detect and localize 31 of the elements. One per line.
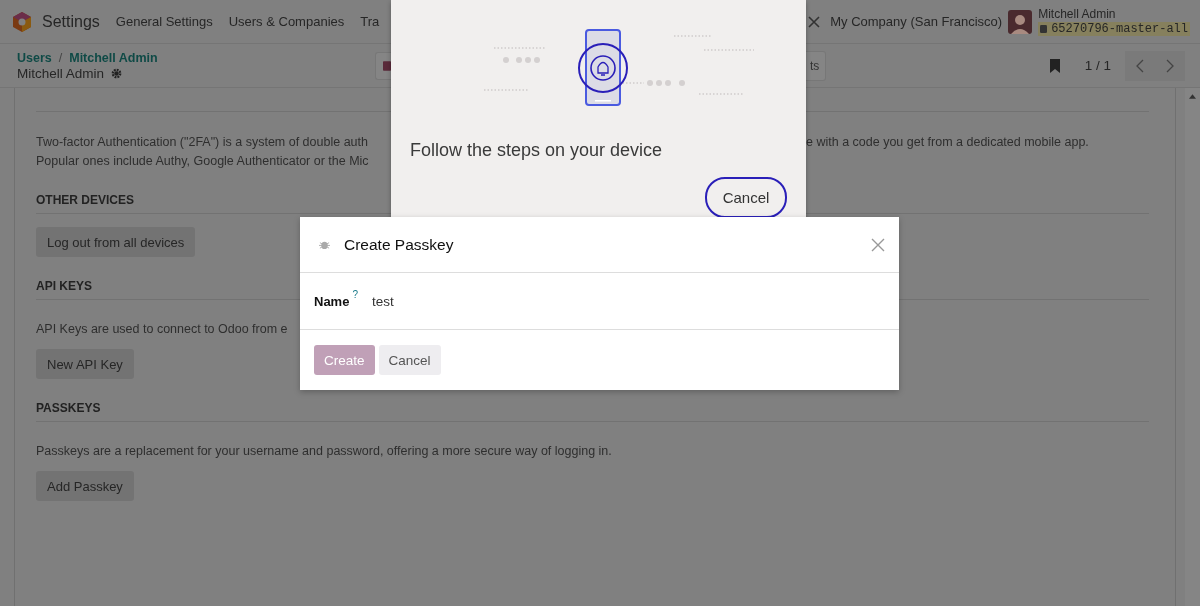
app-name[interactable]: Settings [42, 12, 100, 31]
section-heading: API KEYS [36, 279, 92, 295]
cancel-button[interactable]: Cancel [378, 345, 441, 375]
breadcrumb-link[interactable]: Users [17, 50, 52, 65]
database-badge: 65270796-master-all [1038, 22, 1190, 36]
description-text: Two-factor Authentication ("2FA") is a system of double auth [36, 134, 369, 151]
breadcrumb-link[interactable]: Mitchell Admin [69, 50, 158, 65]
description-text: e with a code you get from a dedicated mobile app. [806, 134, 1089, 151]
dialog-title: Create Passkey [344, 235, 455, 254]
description-text: Popular ones include Authy, Google Authenticator or the Mic [36, 153, 370, 170]
action-button[interactable]: Add Passkey [36, 471, 134, 501]
menu-item[interactable]: General Settings [115, 14, 213, 29]
field-label: Name [314, 293, 350, 309]
menu-item[interactable]: Users & Companies [228, 14, 345, 29]
description-text: Passkeys are a replacement for your username and password, offering a more secure way of logging in. [36, 444, 613, 458]
record-title: Mitchell Admin [17, 65, 105, 81]
action-button[interactable]: ts [806, 50, 827, 81]
section-heading: PASSKEYS [36, 401, 101, 417]
create-button[interactable]: Create [314, 345, 375, 375]
pager-value: 1 / 1 [1084, 58, 1111, 73]
action-button[interactable]: New API Key [36, 349, 134, 379]
help-tooltip-mark[interactable]: ? [352, 289, 358, 300]
user-name[interactable]: Mitchell Admin [1038, 7, 1190, 21]
cancel-button[interactable]: Cancel [705, 177, 787, 218]
company-switcher[interactable]: My Company (San Francisco) [830, 14, 1003, 29]
action-button[interactable]: Log out from all devices [36, 227, 196, 257]
section-heading: OTHER DEVICES [36, 193, 134, 209]
menu-item[interactable]: Tra [360, 14, 380, 29]
breadcrumb-separator: / [58, 50, 63, 65]
prompt-message: Follow the steps on your device [410, 140, 664, 161]
description-text: API Keys are used to connect to Odoo from e [36, 322, 289, 336]
